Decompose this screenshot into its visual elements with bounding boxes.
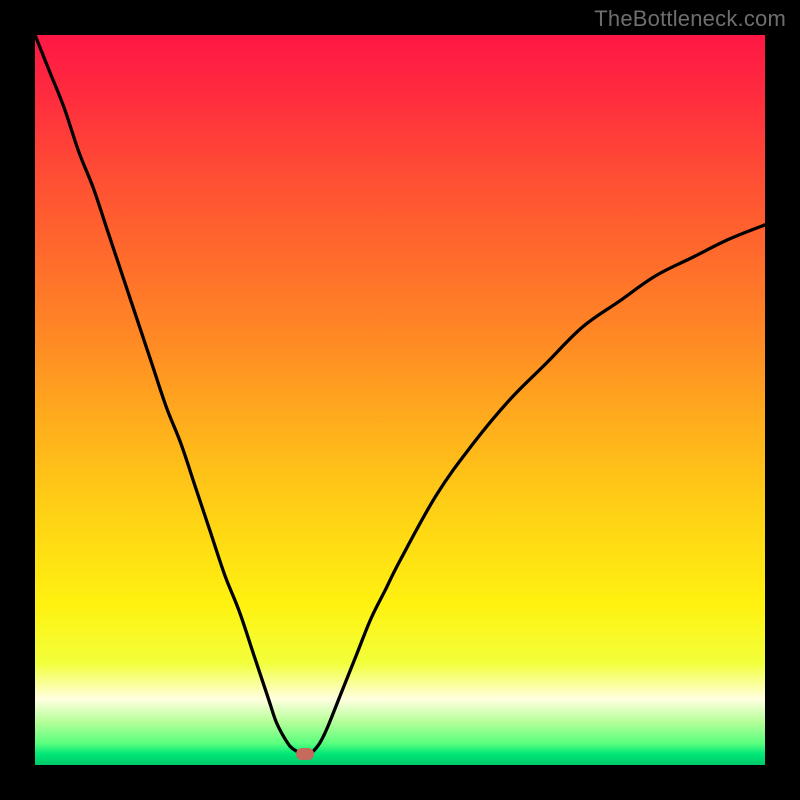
bottleneck-curve xyxy=(35,35,765,765)
plot-area xyxy=(35,35,765,765)
chart-frame: TheBottleneck.com xyxy=(0,0,800,800)
watermark-text: TheBottleneck.com xyxy=(594,6,786,32)
optimum-marker xyxy=(296,748,314,760)
